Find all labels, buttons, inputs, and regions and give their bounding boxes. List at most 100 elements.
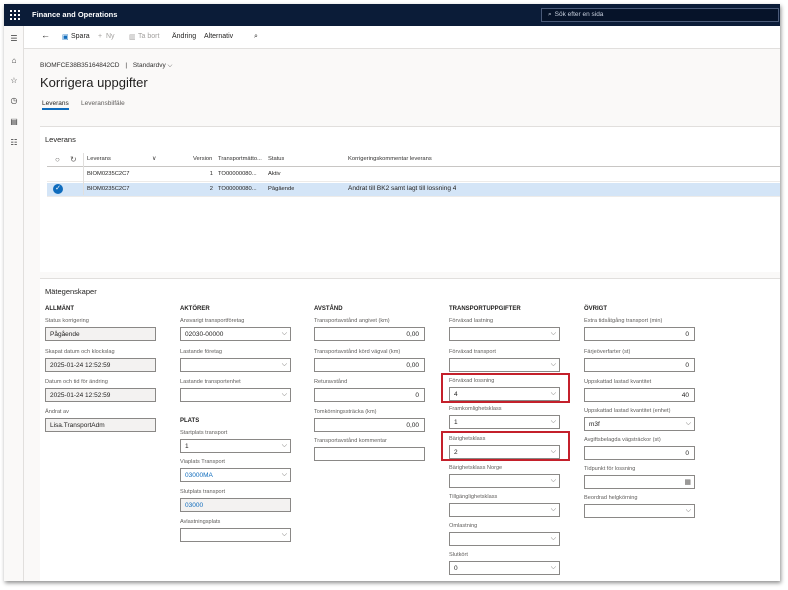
workspace-icon[interactable]: ▤ xyxy=(9,117,19,127)
select-all-checkbox[interactable]: ○ xyxy=(55,155,60,164)
transportability-label: Framkomlighetsklass xyxy=(449,406,502,412)
change-menu[interactable]: Ändring xyxy=(172,33,196,40)
bearing-label: Bärighetsklass xyxy=(449,436,486,442)
search-icon: ⌕ xyxy=(548,11,552,18)
row-selected-check-icon[interactable]: ✓ xyxy=(53,184,63,194)
via-value[interactable]: 03000MA xyxy=(185,472,213,479)
new-button[interactable]: Ny xyxy=(106,33,115,40)
forward-loading-select[interactable]: ⌵ xyxy=(449,327,560,341)
forward-transport-select[interactable]: ⌵ xyxy=(449,358,560,372)
table-row-selected[interactable]: ✓ BIOM0235C2C7 2 TO00000080... Pågående … xyxy=(47,183,780,197)
end-field[interactable]: 03000 xyxy=(180,498,291,512)
save-icon: ▣ xyxy=(62,34,69,41)
cell-transport: TO00000080... xyxy=(218,171,257,177)
loading-unit-select[interactable]: ⌵ xyxy=(180,388,291,402)
est-loaded-field[interactable]: 40 xyxy=(584,388,695,402)
cell-version: 2 xyxy=(209,186,213,192)
col-version[interactable]: Version xyxy=(193,156,212,162)
extra-time-label: Extra tidsåtgång transport (min) xyxy=(584,318,663,324)
unload-select[interactable]: ⌵ xyxy=(180,528,291,542)
app-window: Finance and Operations ⌕ Sök efter en sid… xyxy=(4,4,780,581)
via-select[interactable]: 03000MA ⌵ xyxy=(180,468,291,482)
stated-distance-field[interactable]: 0,00 xyxy=(314,327,425,341)
app-launcher-icon[interactable] xyxy=(8,8,22,22)
stated-distance-label: Transportavstånd angivet (km) xyxy=(314,318,390,324)
calendar-icon[interactable]: ▦ xyxy=(684,478,691,486)
chevron-down-icon: ⌵ xyxy=(550,418,556,425)
save-button[interactable]: Spara xyxy=(71,33,90,40)
transportability-select[interactable]: 1 ⌵ xyxy=(449,415,560,429)
col-shipment[interactable]: Leverans xyxy=(87,156,111,162)
cell-status: Pågående xyxy=(268,186,295,192)
access-select[interactable]: ⌵ xyxy=(449,503,560,517)
unload-time-field[interactable]: ▦ xyxy=(584,475,695,489)
bearing-norway-select[interactable]: ⌵ xyxy=(449,474,560,488)
list-icon[interactable]: ☷ xyxy=(9,138,19,148)
created-label: Skapat datum och klockslag xyxy=(45,349,115,355)
search-input[interactable]: ⌕ Sök efter en sida xyxy=(541,8,779,22)
chevron-down-icon: ⌵ xyxy=(550,361,556,368)
chevron-down-icon: ⌵ xyxy=(281,442,287,449)
loading-company-select[interactable]: ⌵ xyxy=(180,358,291,372)
chevron-down-icon: ⌵ xyxy=(550,477,556,484)
road-distance-label: Transportavstånd körd vägval (km) xyxy=(314,349,401,355)
road-distance-field[interactable]: 0,00 xyxy=(314,358,425,372)
forward-unload-select[interactable]: 4 ⌵ xyxy=(449,387,560,401)
options-menu[interactable]: Alternativ xyxy=(204,33,233,40)
modified-field: 2025-01-24 12:52:59 xyxy=(45,388,156,402)
search-icon[interactable]: ⌕ xyxy=(254,33,258,41)
distance-header: AVSTÅND xyxy=(314,306,343,312)
chevron-down-icon: ⌵ xyxy=(550,390,556,397)
col-status[interactable]: Status xyxy=(268,156,284,162)
cell-comment[interactable]: Ändrat till BK2 samt lagt till lossning … xyxy=(348,185,456,192)
transportability-value: 1 xyxy=(454,419,458,426)
col-comment[interactable]: Korrigeringskommentar leverans xyxy=(348,156,432,162)
chevron-down-icon: ⌵ xyxy=(550,506,556,513)
access-label: Tillgänglighetsklass xyxy=(449,494,498,500)
filter-icon[interactable]: ⊽ xyxy=(152,156,156,162)
toll-label: Avgiftsbelagda vägsträckor (st) xyxy=(584,437,661,443)
est-loaded-label: Uppskattad lastad kvantitet xyxy=(584,379,652,385)
left-navigation: ☰ ⌂ ☆ ◷ ▤ ☷ xyxy=(4,26,24,581)
star-icon[interactable]: ☆ xyxy=(9,76,19,86)
ferry-field[interactable]: 0 xyxy=(584,358,695,372)
carrier-value: 02030-00000 xyxy=(185,331,224,338)
reloading-select[interactable]: ⌵ xyxy=(449,532,560,546)
holiday-select[interactable]: ⌵ xyxy=(584,504,695,518)
bearing-select[interactable]: 2 ⌵ xyxy=(449,445,560,459)
col-transport[interactable]: Transportmätto... xyxy=(218,156,266,162)
return-distance-field[interactable]: 0 xyxy=(314,388,425,402)
hamburger-icon[interactable]: ☰ xyxy=(9,34,19,44)
chevron-down-icon[interactable]: ⌵ xyxy=(168,62,173,69)
section-title[interactable]: Mätegenskaper xyxy=(45,287,97,296)
section-title[interactable]: Leverans xyxy=(45,135,76,144)
view-selector[interactable]: Standardvy xyxy=(133,62,166,69)
back-icon[interactable]: ← xyxy=(41,30,50,40)
detour-field[interactable]: 0,00 xyxy=(314,418,425,432)
start-select[interactable]: 1 ⌵ xyxy=(180,439,291,453)
carrier-select[interactable]: 02030-00000 ⌵ xyxy=(180,327,291,341)
shipment-section: Leverans ○ ↻ Leverans ⊽ Version Transpor… xyxy=(40,126,780,272)
extra-time-field[interactable]: 0 xyxy=(584,327,695,341)
general-header: ALLMÄNT xyxy=(45,306,74,312)
home-icon[interactable]: ⌂ xyxy=(9,56,19,66)
est-unit-select[interactable]: m3f ⌵ xyxy=(584,417,695,431)
tab-shipment-occasion[interactable]: Leveransbilfäle xyxy=(81,100,125,107)
distance-comment-label: Transportavstånd kommentar xyxy=(314,438,387,444)
detour-label: Tomkörningssträcka (km) xyxy=(314,409,377,415)
refresh-icon[interactable]: ↻ xyxy=(70,155,77,164)
unload-label: Avlastningsplats xyxy=(180,519,221,525)
holiday-label: Beordrad helgkörning xyxy=(584,495,638,501)
tab-shipment[interactable]: Leverans xyxy=(42,100,69,110)
delete-button[interactable]: Ta bort xyxy=(138,33,159,40)
clock-icon[interactable]: ◷ xyxy=(9,96,19,106)
distance-comment-field[interactable] xyxy=(314,447,425,461)
forward-transport-label: Förväxad transport xyxy=(449,349,496,355)
table-row[interactable]: BIOM0235C2C7 1 TO00000080... Aktiv xyxy=(47,168,780,182)
plus-icon: + xyxy=(98,33,103,40)
toll-field[interactable]: 0 xyxy=(584,446,695,460)
forward-unload-value: 4 xyxy=(454,391,458,398)
modified-by-label: Ändrat av xyxy=(45,409,69,415)
final-select[interactable]: 0 ⌵ xyxy=(449,561,560,575)
chevron-down-icon: ⌵ xyxy=(281,531,287,538)
